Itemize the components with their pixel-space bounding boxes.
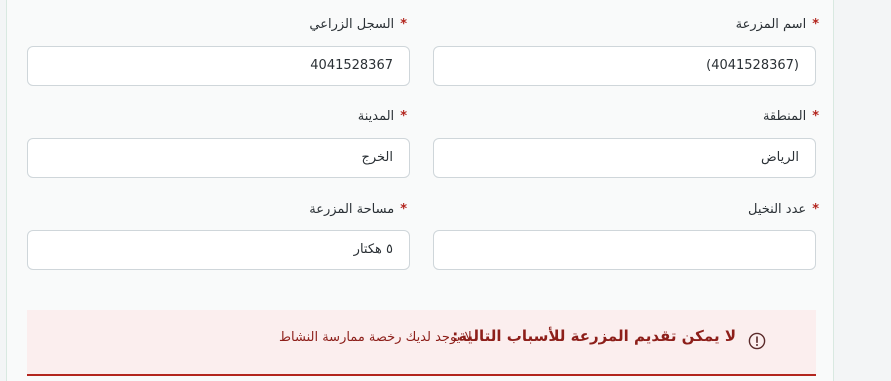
- required-mark: *: [400, 17, 407, 32]
- agri-record-label: *السجل الزراعي: [309, 17, 407, 32]
- required-mark: *: [812, 109, 819, 124]
- farm-info-card: *اسم المزرعة (4041528367) *السجل الزراعي…: [6, 0, 834, 381]
- error-alert: لا يمكن تقديم المزرعة للأسباب التالية: ل…: [27, 310, 816, 376]
- region-label: *المنطقة: [762, 109, 819, 124]
- palm-count-field[interactable]: [433, 230, 816, 270]
- agri-record-field[interactable]: 4041528367: [27, 46, 410, 86]
- required-mark: *: [812, 17, 819, 32]
- farm-area-label: *مساحة المزرعة: [309, 202, 407, 217]
- required-mark: *: [400, 202, 407, 217]
- farm-area-field[interactable]: ٥ هكتار: [27, 230, 410, 270]
- region-field[interactable]: الرياض: [433, 138, 816, 178]
- required-mark: *: [812, 202, 819, 217]
- alert-reason: لا يوجد لديك رخصة ممارسة النشاط: [279, 330, 472, 345]
- required-mark: *: [400, 109, 407, 124]
- alert-title: لا يمكن تقديم المزرعة للأسباب التالية:: [452, 327, 736, 345]
- page: *اسم المزرعة (4041528367) *السجل الزراعي…: [0, 0, 891, 381]
- farm-name-field[interactable]: (4041528367): [433, 46, 816, 86]
- exclamation-circle-icon: [748, 332, 766, 350]
- palm-count-label: *عدد النخيل: [748, 202, 819, 217]
- city-field[interactable]: الخرج: [27, 138, 410, 178]
- farm-name-label: *اسم المزرعة: [735, 17, 819, 32]
- city-label: *المدينة: [357, 109, 407, 124]
